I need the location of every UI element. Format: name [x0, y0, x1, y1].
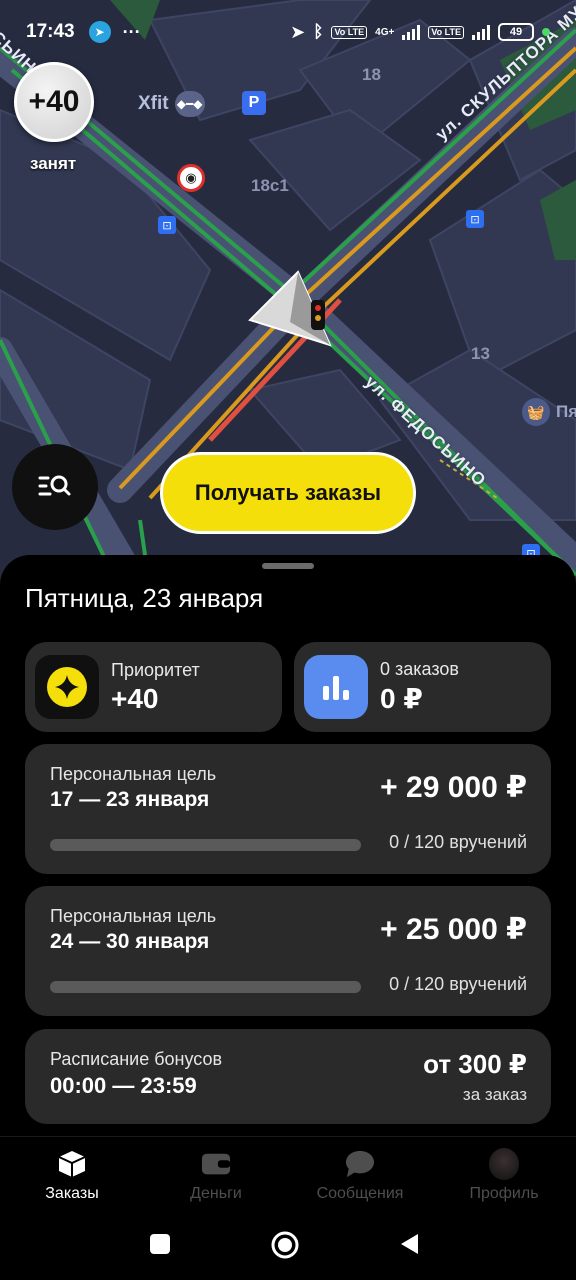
signal-icon: [402, 24, 421, 40]
parking-icon[interactable]: P: [242, 91, 266, 115]
network-type: 4G+: [375, 26, 395, 38]
priority-icon: [35, 655, 99, 719]
box-icon: [57, 1149, 87, 1179]
goal-progress-bar: [50, 839, 361, 851]
nav-money-label: Деньги: [190, 1185, 242, 1202]
speed-camera-icon: ◉: [177, 164, 205, 192]
get-orders-button[interactable]: Получать заказы: [160, 452, 416, 534]
bonus-schedule-card[interactable]: Расписание бонусов 00:00 — 23:59 от 300 …: [25, 1029, 551, 1124]
bonus-amount: от 300 ₽: [423, 1049, 527, 1079]
recents-icon[interactable]: [148, 1232, 172, 1256]
bottom-nav: Заказы Деньги Сообщения Профиль: [0, 1136, 576, 1210]
building-label: 13: [471, 344, 490, 363]
poi-xfit[interactable]: Xfit ◆━◆: [138, 91, 205, 117]
wallet-icon: [201, 1149, 231, 1179]
orders-card-label: 0 заказов: [380, 659, 459, 679]
nav-messages-label: Сообщения: [316, 1185, 404, 1202]
bonus-title: Расписание бонусов: [50, 1049, 223, 1069]
goal-progress-bar: [50, 981, 361, 993]
back-icon[interactable]: [398, 1232, 422, 1256]
goal-progress-text: 0 / 120 вручений: [389, 974, 527, 994]
personal-goal-card[interactable]: Персональная цель 17 — 23 января + 29 00…: [25, 744, 551, 874]
nav-orders-label: Заказы: [45, 1185, 99, 1202]
bonus-note: за заказ: [462, 1085, 527, 1104]
volte-icon-2: Vo LTE: [428, 25, 464, 39]
status-bar: 17:43 ➤ ··· ➤ ᛒ Vo LTE 4G+ Vo LTE 49: [0, 0, 576, 64]
home-icon[interactable]: [270, 1230, 300, 1260]
bus-stop-icon[interactable]: ⊡: [158, 216, 176, 234]
goal-dates: 24 — 30 января: [50, 930, 210, 953]
nav-messages[interactable]: Сообщения: [288, 1137, 432, 1210]
driver-status-label: занят: [30, 154, 77, 173]
orders-card-value: 0 ₽: [380, 683, 423, 714]
bar-chart-icon: [304, 655, 368, 719]
building-label: 18: [362, 65, 381, 84]
map-search-button[interactable]: [12, 444, 98, 530]
system-navigation-bar: [0, 1210, 576, 1280]
signal-icon-2: [472, 24, 490, 40]
chat-icon: [345, 1149, 375, 1179]
poi-xfit-label: Xfit: [138, 93, 169, 114]
location-icon: ➤: [290, 21, 306, 42]
goal-title: Персональная цель: [50, 764, 217, 784]
battery-icon: 49: [498, 23, 534, 41]
priority-badge[interactable]: +40: [14, 62, 94, 142]
nav-profile-label: Профиль: [469, 1185, 539, 1202]
priority-card[interactable]: Приоритет +40: [25, 642, 282, 732]
bus-stop-icon[interactable]: ⊡: [466, 210, 484, 228]
avatar: [489, 1148, 519, 1180]
more-notifications-icon: ···: [122, 21, 141, 42]
telegram-icon: ➤: [88, 21, 111, 43]
priority-card-value: +40: [111, 682, 159, 714]
personal-goal-card[interactable]: Персональная цель 24 — 30 января + 25 00…: [25, 886, 551, 1016]
volte-icon: Vo LTE: [331, 25, 368, 39]
shopping-basket-icon[interactable]: 🧺: [522, 398, 550, 426]
sheet-drag-handle[interactable]: [262, 563, 314, 569]
clock: 17:43: [26, 21, 75, 42]
status-icons: ➤ ᛒ Vo LTE 4G+ Vo LTE 49: [290, 22, 550, 43]
search-list-icon: [38, 475, 71, 496]
date-title: Пятница, 23 января: [25, 583, 264, 613]
goal-title: Персональная цель: [50, 906, 217, 926]
priority-card-label: Приоритет: [111, 659, 200, 680]
poi-shop-label: Пя: [556, 402, 576, 421]
nav-orders[interactable]: Заказы: [0, 1137, 144, 1210]
building-label: 18с1: [251, 176, 289, 195]
dumbbell-icon: ◆━◆: [174, 91, 205, 117]
goal-amount: + 25 000 ₽: [380, 913, 527, 946]
bonus-time: 00:00 — 23:59: [50, 1073, 197, 1098]
nav-profile[interactable]: Профиль: [432, 1137, 576, 1210]
privacy-indicator: [542, 28, 550, 36]
orders-card[interactable]: 0 заказов 0 ₽: [294, 642, 551, 732]
goal-progress-text: 0 / 120 вручений: [389, 832, 527, 852]
bluetooth-icon: ᛒ: [313, 22, 324, 41]
goal-dates: 17 — 23 января: [50, 788, 210, 811]
goal-amount: + 29 000 ₽: [380, 771, 527, 804]
nav-money[interactable]: Деньги: [144, 1137, 288, 1210]
